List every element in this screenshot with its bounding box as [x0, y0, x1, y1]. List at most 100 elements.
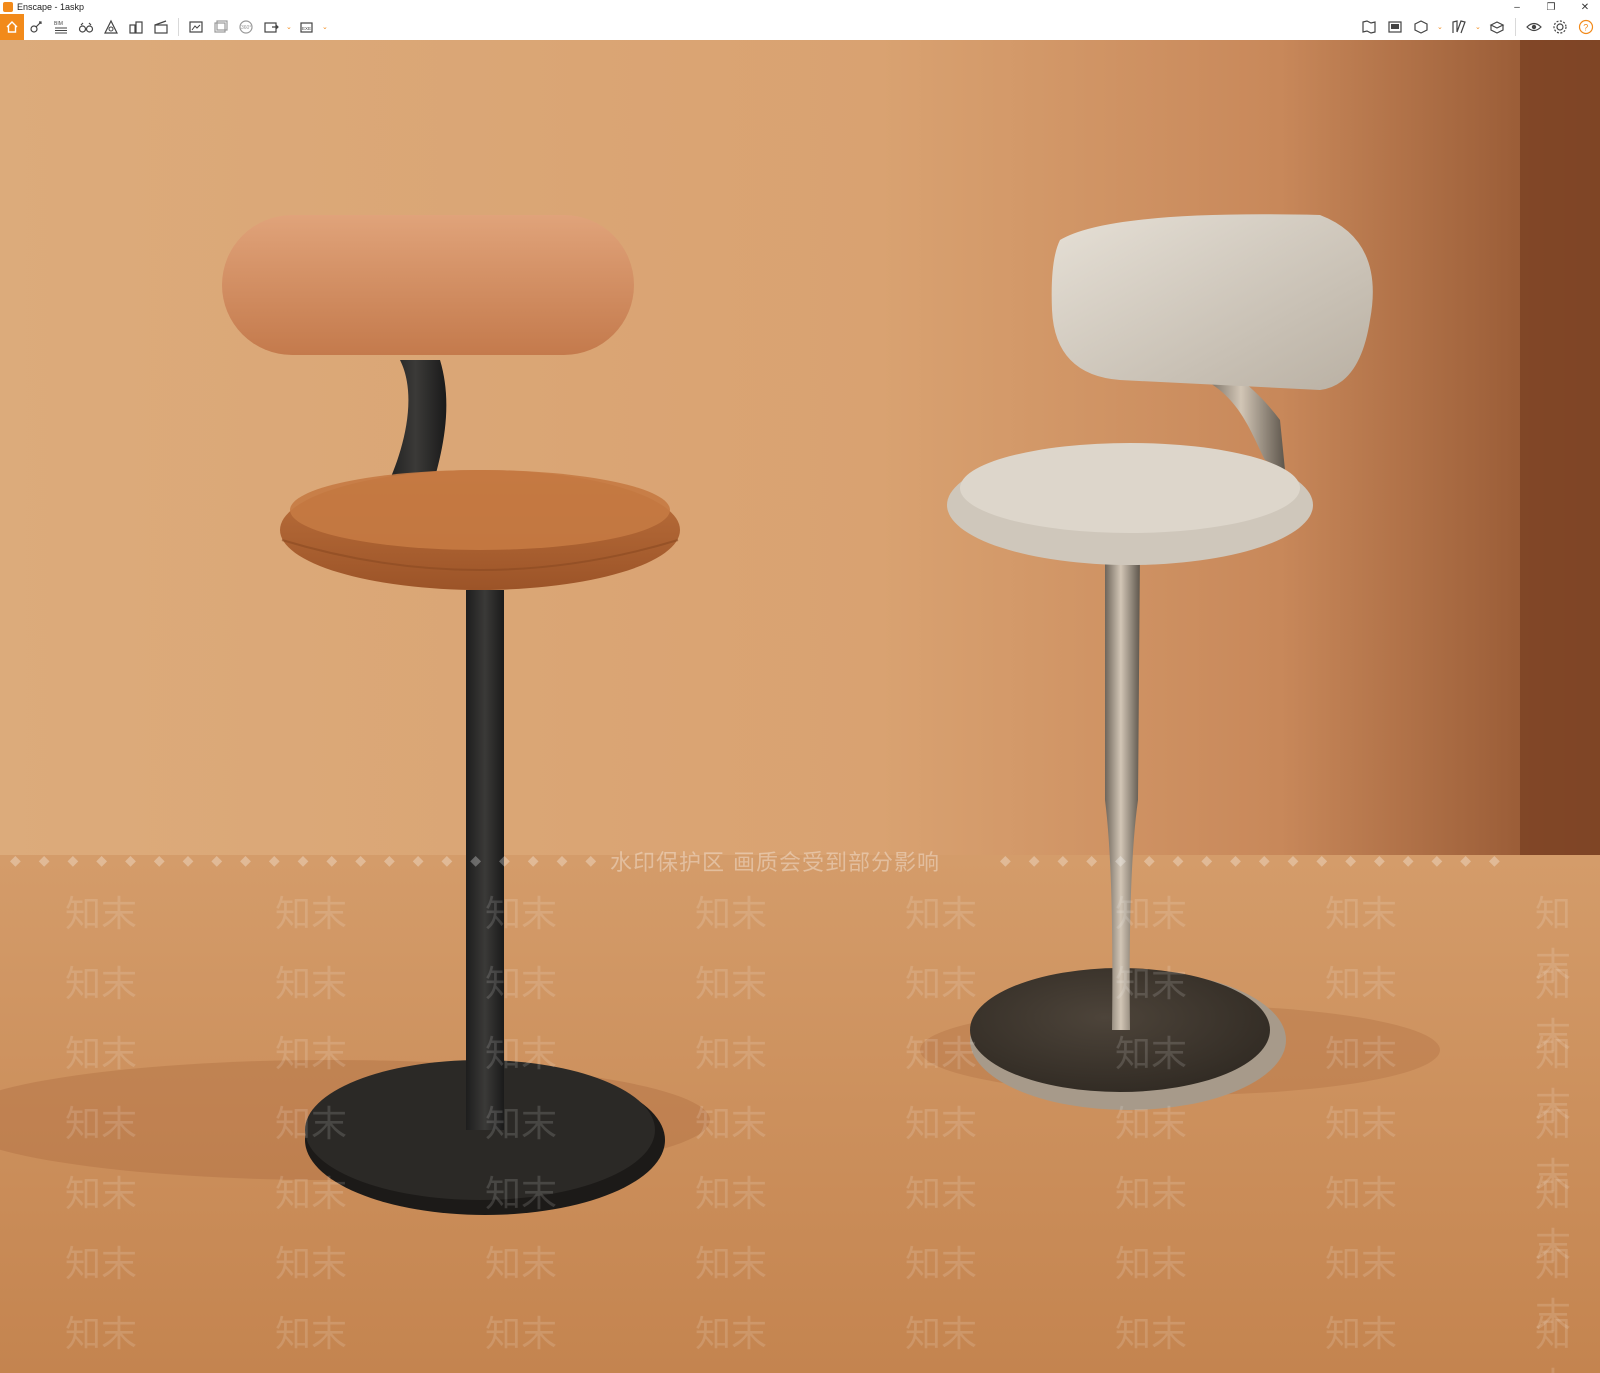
- render-viewport[interactable]: ◆◆◆◆◆◆◆◆◆◆◆◆◆◆◆◆◆◆◆◆◆ 水印保护区 画质会受到部分影响 ◆◆…: [0, 40, 1600, 1373]
- watermark-tile: 知末: [275, 1034, 348, 1075]
- visual-settings-icon: [1526, 22, 1542, 32]
- minimize-icon[interactable]: –: [1510, 2, 1524, 13]
- view-manager-button[interactable]: [1385, 17, 1405, 37]
- watermark-tile: 知末: [275, 1174, 348, 1215]
- materials-icon: [1414, 20, 1428, 34]
- close-icon[interactable]: ✕: [1578, 2, 1592, 13]
- watermark-tile: 知末: [695, 1104, 768, 1145]
- watermark-tile: 知末: [1325, 1314, 1398, 1355]
- asset-dropdown-icon[interactable]: ⌄: [1475, 17, 1481, 37]
- watermark-tile: 知末: [275, 894, 348, 935]
- sync-icon: [30, 21, 42, 33]
- watermark-tile: 知末: [905, 894, 978, 935]
- bim-label: BIM: [54, 21, 63, 27]
- watermark-tile: 知末: [65, 1104, 138, 1145]
- watermark-tile: 知末: [485, 1174, 558, 1215]
- watermark-tile: 知末: [485, 1314, 558, 1355]
- watermark-tile: 知末: [275, 1104, 348, 1145]
- back-wall: [0, 40, 1600, 855]
- watermark-tile: 知末: [1325, 1104, 1398, 1145]
- visual-settings-button[interactable]: [1524, 17, 1544, 37]
- watermark-tile: 知末: [1115, 894, 1188, 935]
- watermark-banner-row: ◆◆◆◆◆◆◆◆◆◆◆◆◆◆◆◆◆◆◆◆◆ 水印保护区 画质会受到部分影响 ◆◆…: [0, 851, 1600, 876]
- toolbar-separator: [178, 18, 179, 36]
- watermark-tile: 知末: [695, 1314, 768, 1355]
- panorama-label: 360°: [241, 25, 251, 31]
- watermark-tile: 知末: [905, 1104, 978, 1145]
- sync-button[interactable]: [26, 17, 46, 37]
- watermark-tile: 知末: [1115, 1034, 1188, 1075]
- atmosphere-button[interactable]: [101, 17, 121, 37]
- bim-button[interactable]: BIM: [51, 17, 71, 37]
- watermark-tile: 知末: [1115, 1314, 1188, 1355]
- home-button[interactable]: [0, 14, 24, 40]
- panorama-button[interactable]: 360°: [236, 17, 256, 37]
- buildings-button[interactable]: [126, 17, 146, 37]
- map-button[interactable]: [1359, 17, 1379, 37]
- screenshot-icon: [189, 21, 203, 33]
- toolbar-right-group: ⌄ ⌄ ?: [1359, 17, 1596, 37]
- diamond-divider: ◆◆◆◆◆◆◆◆◆◆◆◆◆◆◆◆◆◆: [1000, 852, 1518, 868]
- exe-dropdown-icon[interactable]: ⌄: [322, 17, 328, 37]
- export-icon: [264, 22, 279, 33]
- toolbar: BIM 360° ⌄ EXE ⌄ ⌄ ⌄ ?: [0, 14, 1600, 46]
- video-editor-button[interactable]: [151, 17, 171, 37]
- watermark-banner-text: 水印保护区 画质会受到部分影响: [610, 850, 940, 876]
- watermark-tile: 知末: [1325, 1034, 1398, 1075]
- enscape-logo-icon: [3, 2, 13, 12]
- watermark-tile: 知末: [65, 894, 138, 935]
- walk-mode-button[interactable]: [76, 17, 96, 37]
- asset-library-icon: [1452, 20, 1466, 34]
- restore-icon[interactable]: ❐: [1544, 2, 1558, 13]
- enscape-window: Enscape - 1askp – ❐ ✕ BIM 360° ⌄ EXE ⌄ ⌄…: [0, 0, 1600, 1373]
- materials-button[interactable]: [1411, 17, 1431, 37]
- batch-render-icon: [214, 20, 228, 33]
- watermark-tile: 知末: [695, 964, 768, 1005]
- watermark-tile: 知末: [695, 894, 768, 935]
- watermark-tile: 知末: [65, 1314, 138, 1355]
- materials-dropdown-icon[interactable]: ⌄: [1437, 17, 1443, 37]
- diamond-divider: ◆◆◆◆◆◆◆◆◆◆◆◆◆◆◆◆◆◆◆◆◆: [10, 852, 615, 868]
- watermark-tile: 知末: [905, 1034, 978, 1075]
- toolbar-separator: [1515, 18, 1516, 36]
- watermark-tile: 知末: [905, 1314, 978, 1355]
- side-wall: [1520, 40, 1600, 880]
- svg-text:?: ?: [1583, 23, 1588, 33]
- watermark-tile: 知末: [1325, 964, 1398, 1005]
- bim-icon: BIM: [54, 21, 67, 34]
- help-button[interactable]: ?: [1576, 17, 1596, 37]
- watermark-tile: 知末: [695, 1244, 768, 1285]
- watermark-tile: 知末: [905, 964, 978, 1005]
- material-editor-button[interactable]: [1487, 17, 1507, 37]
- settings-icon: [1553, 20, 1567, 34]
- watermark-tile: 知末: [1325, 1244, 1398, 1285]
- watermark-tile: 知末: [1325, 1174, 1398, 1215]
- settings-button[interactable]: [1550, 17, 1570, 37]
- view-manager-icon: [1388, 21, 1402, 33]
- leather-backrest: [222, 215, 634, 355]
- watermark-tile: 知末: [485, 1104, 558, 1145]
- watermark-tile: 知末: [1115, 1104, 1188, 1145]
- material-editor-icon: [1489, 21, 1505, 34]
- watermark-tile: 知末: [695, 1174, 768, 1215]
- asset-library-button[interactable]: [1449, 17, 1469, 37]
- export-button[interactable]: [261, 17, 281, 37]
- toolbar-left-group: BIM 360° ⌄ EXE ⌄: [26, 17, 328, 37]
- watermark-tile: 知末: [1535, 1314, 1572, 1373]
- boucle-backrest: [1051, 214, 1373, 390]
- window-title: Enscape - 1askp: [17, 2, 85, 12]
- exe-export-icon: EXE: [300, 22, 313, 33]
- binoculars-icon: [78, 22, 94, 33]
- window-controls: – ❐ ✕: [1510, 0, 1592, 14]
- exe-export-button[interactable]: EXE: [297, 17, 317, 37]
- help-icon: ?: [1578, 19, 1594, 35]
- watermark-tile: 知末: [275, 1244, 348, 1285]
- title-bar: Enscape - 1askp – ❐ ✕: [0, 0, 1600, 14]
- watermark-tile: 知末: [485, 1244, 558, 1285]
- screenshot-button[interactable]: [186, 17, 206, 37]
- buildings-icon: [129, 21, 143, 34]
- export-dropdown-icon[interactable]: ⌄: [286, 17, 292, 37]
- batch-render-button[interactable]: [211, 17, 231, 37]
- watermark-tile: 知末: [65, 1174, 138, 1215]
- clapper-icon: [154, 20, 168, 34]
